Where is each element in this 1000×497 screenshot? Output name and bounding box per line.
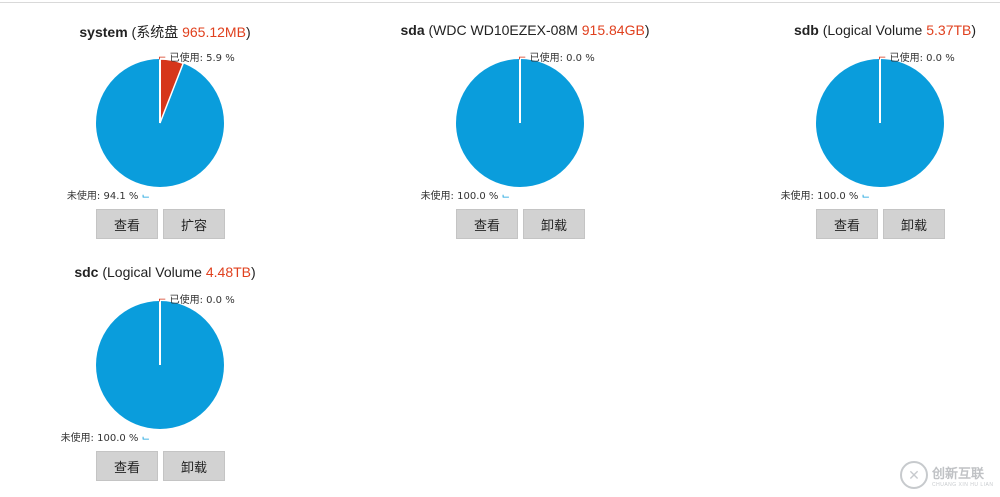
expand-button[interactable]: 扩容 [163,209,225,239]
disk-desc: (WDC WD10EZEX-08M [424,22,582,38]
disk-management-page: system (系统盘 965.12MB) ⌐ 已使用: 5.9 % 未使用: … [0,0,1000,497]
disk-title: sda (WDC WD10EZEX-08M 915.84GB) [360,22,690,38]
usage-pie-chart [816,59,944,187]
used-label: ⌐ 已使用: 5.9 % [158,49,235,64]
unused-tick: ⌙ [141,191,150,202]
unused-label-text: 未使用: 100.0 % [780,191,859,202]
used-label-text: 已使用: 0.0 % [169,295,235,306]
used-label: ⌐ 已使用: 0.0 % [158,291,235,306]
used-label: ⌐ 已使用: 0.0 % [878,49,955,64]
disk-size: 5.37TB [926,22,972,38]
watermark-text: 创新互联 CHUANG XIN HU LIAN [932,463,994,488]
disk-name: sda [400,22,425,38]
unmount-button[interactable]: 卸载 [163,451,225,481]
disk-title: system (系统盘 965.12MB) [0,22,330,42]
disk-title: sdb (Logical Volume 5.37TB) [720,22,1000,38]
view-button[interactable]: 查看 [96,209,158,239]
unused-label: 未使用: 100.0 % ⌙ [388,187,510,202]
unused-label: 未使用: 94.1 % ⌙ [28,187,150,202]
disk-desc-end: ) [245,24,251,40]
used-tick: ⌐ [158,295,167,306]
view-button[interactable]: 查看 [816,209,878,239]
view-button[interactable]: 查看 [96,451,158,481]
disk-desc-end: ) [251,264,256,280]
watermark-logo: ✕ 创新互联 CHUANG XIN HU LIAN [900,457,1000,493]
disk-size: 4.48TB [205,264,251,280]
unused-tick: ⌙ [501,191,510,202]
used-label-text: 已使用: 5.9 % [169,53,235,64]
disk-name: system [79,24,128,40]
unmount-button[interactable]: 卸载 [523,209,585,239]
used-label-text: 已使用: 0.0 % [529,53,595,64]
used-tick: ⌐ [158,53,167,64]
disk-name: sdb [793,22,819,38]
watermark-main-text: 创新互联 [932,466,985,482]
disk-name: sdc [74,264,99,280]
disk-card-sda: sda (WDC WD10EZEX-08M 915.84GB) ⌐ 已使用: 0… [360,0,690,239]
disk-card-system: system (系统盘 965.12MB) ⌐ 已使用: 5.9 % 未使用: … [0,0,330,239]
used-tick: ⌐ [518,53,527,64]
watermark-icon: ✕ [900,461,928,489]
disk-size: 965.12MB [182,24,246,40]
unused-label-text: 未使用: 94.1 % [66,191,139,202]
used-label-text: 已使用: 0.0 % [889,53,955,64]
disk-desc: (Logical Volume [818,22,927,38]
used-label: ⌐ 已使用: 0.0 % [518,49,595,64]
unmount-button[interactable]: 卸载 [883,209,945,239]
unused-tick: ⌙ [861,191,870,202]
usage-pie-chart [456,59,584,187]
unused-label-text: 未使用: 100.0 % [420,191,499,202]
disk-desc: (Logical Volume [98,264,206,280]
view-button[interactable]: 查看 [456,209,518,239]
disk-desc: (系统盘 [127,24,183,40]
disk-card-sdb: sdb (Logical Volume 5.37TB) ⌐ 已使用: 0.0 %… [720,0,1000,239]
unused-label-text: 未使用: 100.0 % [60,433,139,444]
disk-card-sdc: sdc (Logical Volume 4.48TB) ⌐ 已使用: 0.0 %… [0,242,330,481]
used-tick: ⌐ [878,53,887,64]
unused-tick: ⌙ [141,433,150,444]
usage-pie-chart [96,301,224,429]
usage-pie-chart [96,58,224,187]
disk-desc-end: ) [644,22,650,38]
disk-size: 915.84GB [581,22,645,38]
watermark-sub-text: CHUANG XIN HU LIAN [932,481,994,488]
unused-label: 未使用: 100.0 % ⌙ [748,187,870,202]
disk-title: sdc (Logical Volume 4.48TB) [0,264,330,280]
unused-label: 未使用: 100.0 % ⌙ [28,429,150,444]
disk-desc-end: ) [971,22,977,38]
